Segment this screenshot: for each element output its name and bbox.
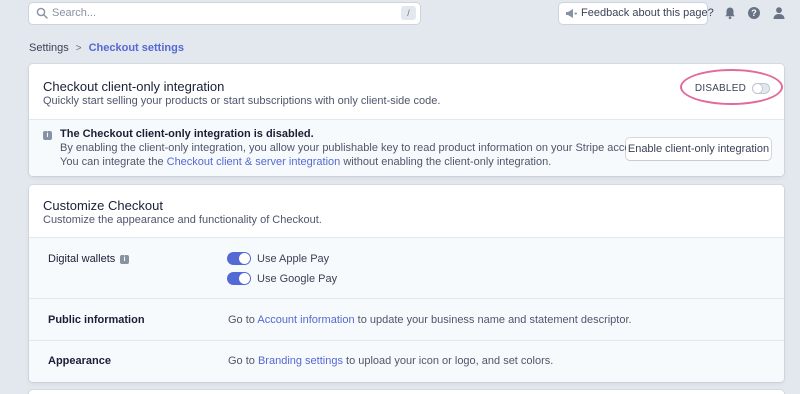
feedback-label: Feedback about this page? — [581, 7, 714, 19]
megaphone-icon — [566, 9, 577, 18]
account-information-link[interactable]: Account information — [257, 314, 354, 326]
branding-settings-link[interactable]: Branding settings — [258, 355, 343, 367]
customize-title: Customize Checkout — [43, 198, 163, 213]
search-icon — [36, 7, 48, 19]
bell-icon[interactable] — [723, 6, 737, 20]
chevron-right-icon: > — [75, 42, 82, 54]
notice-text-before: You can integrate the — [60, 156, 167, 168]
top-bar: Search... / Feedback about this page? ? — [0, 0, 800, 28]
enable-client-only-button[interactable]: Enable client-only integration — [626, 138, 771, 160]
search-bar[interactable]: Search... / — [29, 3, 420, 24]
next-card — [29, 390, 784, 394]
notice-text-link-line: You can integrate the Checkout client & … — [60, 156, 551, 168]
disabled-notice: i The Checkout client-only integration i… — [29, 119, 784, 176]
wallets-row: Digital wallets i Use Apple Pay Use Goog… — [29, 237, 784, 298]
feedback-button[interactable]: Feedback about this page? — [559, 3, 714, 24]
wallets-label: Digital wallets — [48, 253, 116, 265]
info-icon[interactable]: i — [120, 255, 129, 264]
public-info-text: Go to Account information to update your… — [228, 314, 632, 326]
breadcrumb-checkout-settings[interactable]: Checkout settings — [89, 42, 184, 54]
public-info-after: to update your business name and stateme… — [354, 314, 632, 326]
appearance-label: Appearance — [48, 355, 111, 367]
client-server-integration-link[interactable]: Checkout client & server integration — [167, 156, 341, 168]
customize-card: Customize Checkout Customize the appeara… — [29, 185, 784, 382]
client-only-title: Checkout client-only integration — [43, 79, 225, 94]
appearance-before: Go to — [228, 355, 258, 367]
apple-pay-toggle[interactable] — [227, 252, 251, 265]
appearance-after: to upload your icon or logo, and set col… — [342, 355, 554, 367]
appearance-text: Go to Branding settings to upload your i… — [228, 355, 553, 367]
highlight-annotation — [680, 69, 783, 105]
customize-subtitle: Customize the appearance and functionali… — [43, 214, 322, 226]
public-info-before: Go to — [228, 314, 258, 326]
breadcrumb-settings[interactable]: Settings — [29, 42, 69, 54]
apple-pay-label: Use Apple Pay — [257, 253, 330, 265]
client-only-subtitle: Quickly start selling your products or s… — [43, 95, 441, 107]
breadcrumb: Settings > Checkout settings — [29, 42, 184, 54]
public-info-row: Public information Go to Account informa… — [29, 298, 784, 340]
user-icon[interactable] — [772, 6, 786, 20]
notice-title: The Checkout client-only integration is … — [60, 128, 314, 140]
public-info-label: Public information — [48, 314, 145, 326]
appearance-row: Appearance Go to Branding settings to up… — [29, 340, 784, 382]
client-only-card: Checkout client-only integration Quickly… — [29, 64, 784, 176]
notice-text: By enabling the client-only integration,… — [60, 142, 649, 154]
google-pay-toggle[interactable] — [227, 272, 251, 285]
google-pay-label: Use Google Pay — [257, 273, 338, 285]
info-icon: i — [43, 131, 52, 140]
search-input[interactable]: Search... — [52, 7, 96, 19]
svg-text:?: ? — [751, 8, 757, 18]
search-shortcut-key: / — [401, 6, 416, 20]
help-icon[interactable]: ? — [747, 6, 761, 20]
notice-text-after: without enabling the client-only integra… — [340, 156, 552, 168]
